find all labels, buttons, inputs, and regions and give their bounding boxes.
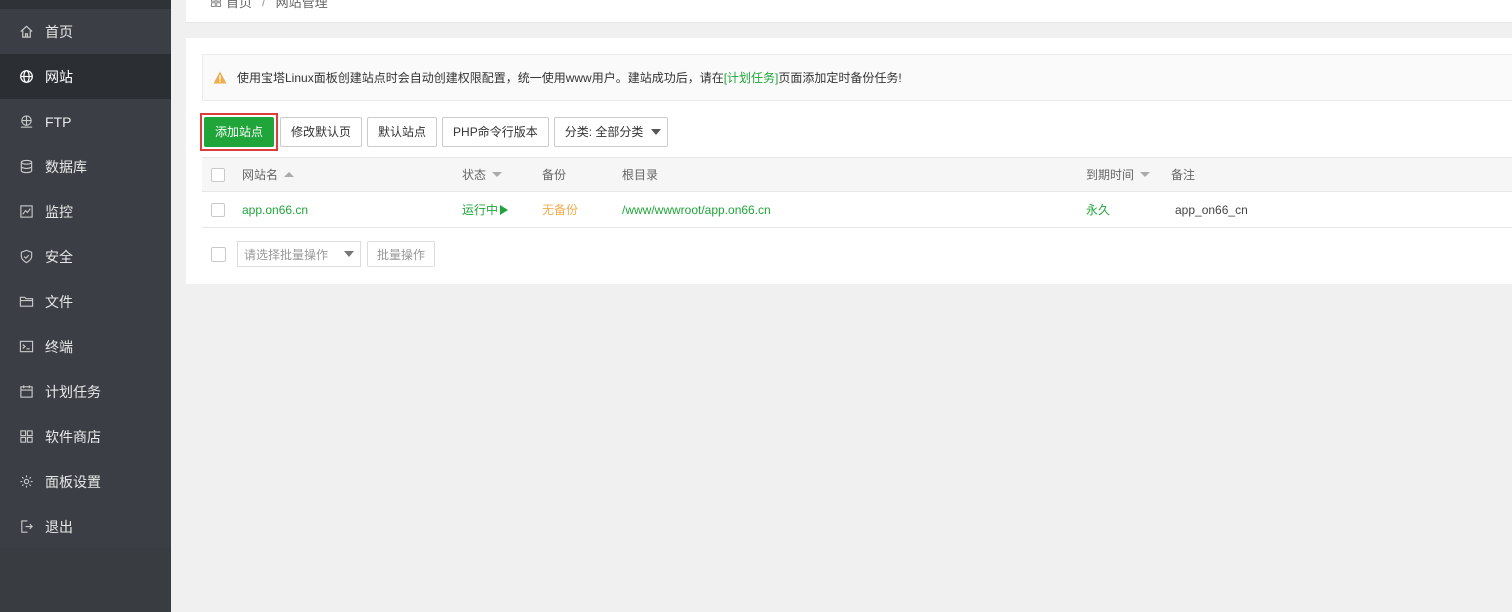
cron-task-link[interactable]: [计划任务]: [724, 69, 779, 86]
alert-text-end: 页面添加定时备份任务!: [778, 71, 902, 85]
sidebar-item-label: FTP: [45, 113, 72, 130]
header-label: 备份: [542, 168, 567, 182]
warning-icon: [213, 71, 227, 84]
sites-table: 网站名 状态 备份 根目录 到期时间 备注 app.on66.cn 运行中 无备…: [202, 157, 1512, 228]
chevron-down-icon: [344, 251, 354, 257]
toolbar: 添加站点 修改默认页 默认站点 PHP命令行版本 分类: 全部分类: [200, 113, 673, 151]
sidebar-item-ftp[interactable]: FTP: [0, 99, 171, 144]
sidebar-nav: 首页 网站 FTP 数据库 监控 安全 文件 终端 计划任务 软件商店 面板设置…: [0, 9, 171, 549]
table-row: app.on66.cn 运行中 无备份 /www/wwwroot/app.on6…: [202, 192, 1512, 228]
apps-icon: [18, 429, 34, 445]
sidebar-item-monitor[interactable]: 监控: [0, 189, 171, 234]
header-expire[interactable]: 到期时间: [1086, 158, 1151, 191]
sidebar-item-cron[interactable]: 计划任务: [0, 369, 171, 414]
sidebar-item-label: 首页: [45, 23, 73, 40]
select-all-cell: [211, 158, 225, 191]
batch-actions: 请选择批量操作 批量操作: [202, 241, 436, 267]
php-cli-version-button[interactable]: PHP命令行版本: [442, 117, 549, 147]
header-label: 网站名: [242, 168, 279, 182]
backup-link[interactable]: 无备份: [542, 192, 578, 227]
breadcrumb-card: 首页 / 网站管理: [186, 0, 1512, 23]
info-alert: 使用宝塔Linux面板创建站点时会自动创建权限配置，统一使用www用户。建站成功…: [202, 54, 1512, 101]
folder-icon: [18, 294, 34, 310]
sidebar-top-strip: [0, 0, 171, 9]
database-icon: [18, 159, 34, 175]
sidebar-item-label: 监控: [45, 203, 73, 220]
sidebar-item-label: 面板设置: [45, 473, 101, 490]
category-select[interactable]: 分类: 全部分类: [553, 117, 669, 147]
sidebar-item-app-store[interactable]: 软件商店: [0, 414, 171, 459]
monitor-icon: [18, 204, 34, 220]
breadcrumb: 首页 / 网站管理: [210, 0, 328, 11]
category-select-value: 分类: 全部分类: [564, 125, 644, 139]
sidebar-item-label: 文件: [45, 293, 73, 310]
breadcrumb-home[interactable]: 首页: [226, 0, 252, 11]
breadcrumb-separator: /: [262, 0, 266, 9]
sidebar-footer: [0, 548, 171, 612]
home-icon: [18, 24, 34, 40]
header-note: 备注: [1171, 158, 1195, 191]
ftp-icon: [18, 114, 34, 130]
status-text: 运行中: [462, 203, 499, 217]
edit-default-page-button[interactable]: 修改默认页: [280, 117, 363, 147]
sidebar-item-label: 计划任务: [45, 383, 101, 400]
add-site-highlight: 添加站点: [200, 113, 279, 151]
sidebar-item-label: 网站: [45, 68, 73, 85]
sort-asc-icon: [284, 172, 295, 177]
calendar-icon: [18, 384, 34, 400]
batch-operation-select[interactable]: 请选择批量操作: [237, 241, 361, 267]
sidebar-item-terminal[interactable]: 终端: [0, 324, 171, 369]
sidebar-item-settings[interactable]: 面板设置: [0, 459, 171, 504]
header-status[interactable]: 状态: [462, 158, 503, 191]
gear-icon: [18, 474, 34, 490]
sidebar-item-label: 终端: [45, 338, 73, 355]
play-icon: [500, 204, 509, 215]
site-note[interactable]: app_on66_cn: [1175, 192, 1248, 227]
row-checkbox[interactable]: [211, 202, 225, 217]
batch-select-all-checkbox[interactable]: [211, 246, 226, 262]
sidebar-item-security[interactable]: 安全: [0, 234, 171, 279]
header-label: 备注: [1171, 168, 1196, 182]
sidebar-item-home[interactable]: 首页: [0, 9, 171, 54]
batch-operation-button[interactable]: 批量操作: [367, 241, 436, 267]
add-site-button[interactable]: 添加站点: [204, 117, 275, 147]
header-label: 状态: [462, 168, 487, 182]
sidebar: 首页 网站 FTP 数据库 监控 安全 文件 终端 计划任务 软件商店 面板设置…: [0, 0, 171, 612]
header-label: 到期时间: [1086, 168, 1135, 182]
sidebar-item-label: 数据库: [45, 158, 87, 175]
sort-desc-icon: [1140, 172, 1151, 177]
sidebar-item-label: 软件商店: [45, 428, 101, 445]
default-site-button[interactable]: 默认站点: [367, 117, 438, 147]
logout-icon: [18, 519, 34, 535]
breadcrumb-home-icon: [210, 0, 222, 8]
sidebar-item-label: 安全: [45, 248, 73, 265]
site-status[interactable]: 运行中: [462, 192, 509, 227]
alert-text: 使用宝塔Linux面板创建站点时会自动创建权限配置，统一使用www用户。建站成功…: [237, 71, 724, 85]
table-header: 网站名 状态 备份 根目录 到期时间 备注: [202, 157, 1512, 192]
sort-desc-icon: [492, 172, 503, 177]
sidebar-item-websites[interactable]: 网站: [0, 54, 171, 99]
shield-icon: [18, 249, 34, 265]
site-management-panel: 使用宝塔Linux面板创建站点时会自动创建权限配置，统一使用www用户。建站成功…: [186, 38, 1512, 284]
globe-icon: [18, 69, 34, 85]
batch-select-placeholder: 请选择批量操作: [244, 247, 329, 262]
header-site-name[interactable]: 网站名: [242, 158, 295, 191]
breadcrumb-current: 网站管理: [275, 0, 328, 10]
row-select-cell: [211, 192, 225, 227]
header-root: 根目录: [622, 158, 658, 191]
sidebar-item-label: 退出: [45, 518, 73, 535]
chevron-down-icon: [651, 129, 662, 135]
select-all-checkbox[interactable]: [211, 167, 225, 182]
sidebar-item-logout[interactable]: 退出: [0, 504, 171, 549]
sidebar-item-database[interactable]: 数据库: [0, 144, 171, 189]
header-backup: 备份: [542, 158, 566, 191]
root-dir-link[interactable]: /www/wwwroot/app.on66.cn: [622, 192, 771, 227]
sidebar-item-files[interactable]: 文件: [0, 279, 171, 324]
terminal-icon: [18, 339, 34, 355]
header-label: 根目录: [622, 168, 659, 182]
site-name-link[interactable]: app.on66.cn: [242, 192, 308, 227]
expire-date[interactable]: 永久: [1086, 192, 1110, 227]
